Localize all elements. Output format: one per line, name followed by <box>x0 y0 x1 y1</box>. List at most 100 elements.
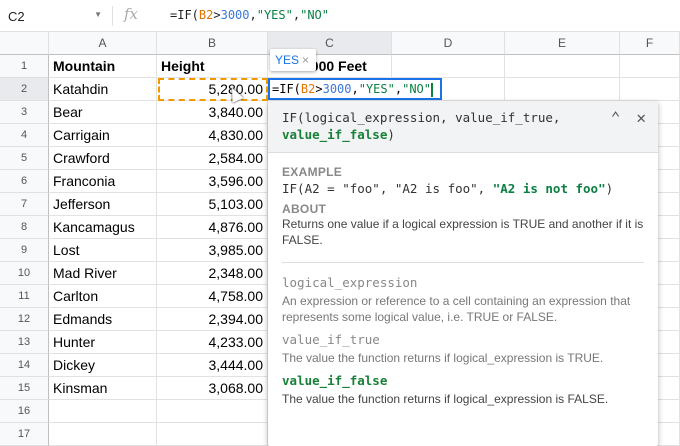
row-header[interactable]: 15 <box>0 377 49 400</box>
cell[interactable]: Kancamagus <box>49 216 157 239</box>
arg-desc: The value the function returns if logica… <box>282 351 604 365</box>
row-header[interactable]: 16 <box>0 400 49 423</box>
cell[interactable]: Carlton <box>49 285 157 308</box>
formula-part: "YES" <box>358 82 395 96</box>
cell[interactable]: Bear <box>49 101 157 124</box>
row-header[interactable]: 1 <box>0 55 49 78</box>
collapse-icon[interactable]: ⌃ <box>611 108 621 127</box>
chevron-down-icon[interactable]: ▼ <box>94 10 102 19</box>
cell[interactable]: 4,233.00 <box>157 331 268 354</box>
cell[interactable] <box>505 55 620 78</box>
cell[interactable]: Jefferson <box>49 193 157 216</box>
arg-desc: The value the function returns if logica… <box>282 392 609 406</box>
cell[interactable]: 2,394.00 <box>157 308 268 331</box>
cell[interactable]: Kinsman <box>49 377 157 400</box>
column-header-d[interactable]: D <box>392 32 505 55</box>
cell[interactable]: Hunter <box>49 331 157 354</box>
row-header[interactable]: 14 <box>0 354 49 377</box>
about-label: ABOUT <box>282 202 327 216</box>
formula-part: , <box>351 82 359 96</box>
function-signature: IF(logical_expression, value_if_true, va… <box>268 101 658 153</box>
formula-bar: C2 ▼ fx =IF(B2>3000,"YES","NO" <box>0 0 680 32</box>
formula-part: B2 <box>300 82 316 96</box>
cell[interactable] <box>505 78 620 101</box>
signature-end: ) <box>387 127 395 142</box>
cell[interactable]: Dickey <box>49 354 157 377</box>
column-header-a[interactable]: A <box>49 32 157 55</box>
example-end: ) <box>605 181 614 196</box>
formula-part: =IF( <box>170 8 199 22</box>
cell[interactable]: 3,840.00 <box>157 101 268 124</box>
divider <box>282 262 644 263</box>
cell[interactable]: 2,348.00 <box>157 262 268 285</box>
cell[interactable] <box>620 78 680 101</box>
cell[interactable] <box>157 423 268 446</box>
row-header[interactable]: 7 <box>0 193 49 216</box>
column-header-e[interactable]: E <box>505 32 620 55</box>
divider <box>112 6 113 26</box>
cell[interactable]: Carrigain <box>49 124 157 147</box>
cell[interactable]: Lost <box>49 239 157 262</box>
formula-input[interactable]: =IF(B2>3000,"YES","NO" <box>170 8 329 22</box>
formula-part: "NO" <box>300 8 329 22</box>
column-header-f[interactable]: F <box>620 32 680 55</box>
row-header[interactable]: 10 <box>0 262 49 285</box>
cell[interactable] <box>620 55 680 78</box>
formula-part: 3000 <box>220 8 250 22</box>
cell[interactable]: Katahdin <box>49 78 157 101</box>
formula-part: , <box>292 8 301 22</box>
cell[interactable]: 4,830.00 <box>157 124 268 147</box>
cell[interactable]: Crawford <box>49 147 157 170</box>
cell[interactable]: 3,444.00 <box>157 354 268 377</box>
cell[interactable]: Mad River <box>49 262 157 285</box>
formula-part: > <box>315 82 323 96</box>
arg-desc: An expression or reference to a cell con… <box>282 294 631 324</box>
row-header[interactable]: 5 <box>0 147 49 170</box>
cell[interactable]: 3,596.00 <box>157 170 268 193</box>
cell[interactable]: Franconia <box>49 170 157 193</box>
row-header[interactable]: 6 <box>0 170 49 193</box>
formula-part: > <box>213 8 221 22</box>
cell[interactable]: 4,876.00 <box>157 216 268 239</box>
arg-name: value_if_false <box>282 373 388 388</box>
example-text: IF(A2 = "foo", "A2 is foo", <box>282 181 493 196</box>
cell[interactable] <box>49 400 157 423</box>
column-header-b[interactable]: B <box>157 32 268 55</box>
cell[interactable]: 3,068.00 <box>157 377 268 400</box>
fx-icon: fx <box>124 5 139 23</box>
formula-part: 3000 <box>322 82 352 96</box>
cell[interactable]: Mountain <box>49 55 157 78</box>
formula-part: "YES" <box>256 8 293 22</box>
active-argument: value_if_false <box>282 127 388 142</box>
row-header[interactable]: 9 <box>0 239 49 262</box>
cell[interactable] <box>392 55 505 78</box>
cell[interactable]: 3,985.00 <box>157 239 268 262</box>
cell-editor-c2[interactable]: =IF(B2>3000,"YES","NO" <box>268 78 442 100</box>
example-label: EXAMPLE <box>282 165 343 179</box>
cell[interactable] <box>157 400 268 423</box>
name-box-value: C2 <box>8 9 25 24</box>
cell[interactable]: 5,103.00 <box>157 193 268 216</box>
signature-text: IF(logical_expression, value_if_true, <box>282 110 561 125</box>
row-header[interactable]: 11 <box>0 285 49 308</box>
row-header[interactable]: 17 <box>0 423 49 446</box>
cell[interactable]: 4,758.00 <box>157 285 268 308</box>
select-all-corner[interactable] <box>0 32 49 55</box>
cell[interactable]: Edmands <box>49 308 157 331</box>
row-header[interactable]: 12 <box>0 308 49 331</box>
name-box[interactable]: C2 ▼ <box>0 4 108 28</box>
row-header[interactable]: 3 <box>0 101 49 124</box>
cell[interactable] <box>49 423 157 446</box>
close-icon[interactable]: × <box>302 53 309 67</box>
function-help-panel: IF(logical_expression, value_if_true, va… <box>268 101 658 446</box>
row-header[interactable]: 13 <box>0 331 49 354</box>
cell[interactable]: 2,584.00 <box>157 147 268 170</box>
text-cursor <box>431 82 433 97</box>
formula-part: , <box>249 8 257 22</box>
row-header[interactable]: 2 <box>0 78 49 101</box>
row-header[interactable]: 4 <box>0 124 49 147</box>
row-header[interactable]: 8 <box>0 216 49 239</box>
close-icon[interactable]: ✕ <box>636 108 646 127</box>
cell[interactable]: Height <box>157 55 268 78</box>
arg-name: logical_expression <box>282 275 418 290</box>
